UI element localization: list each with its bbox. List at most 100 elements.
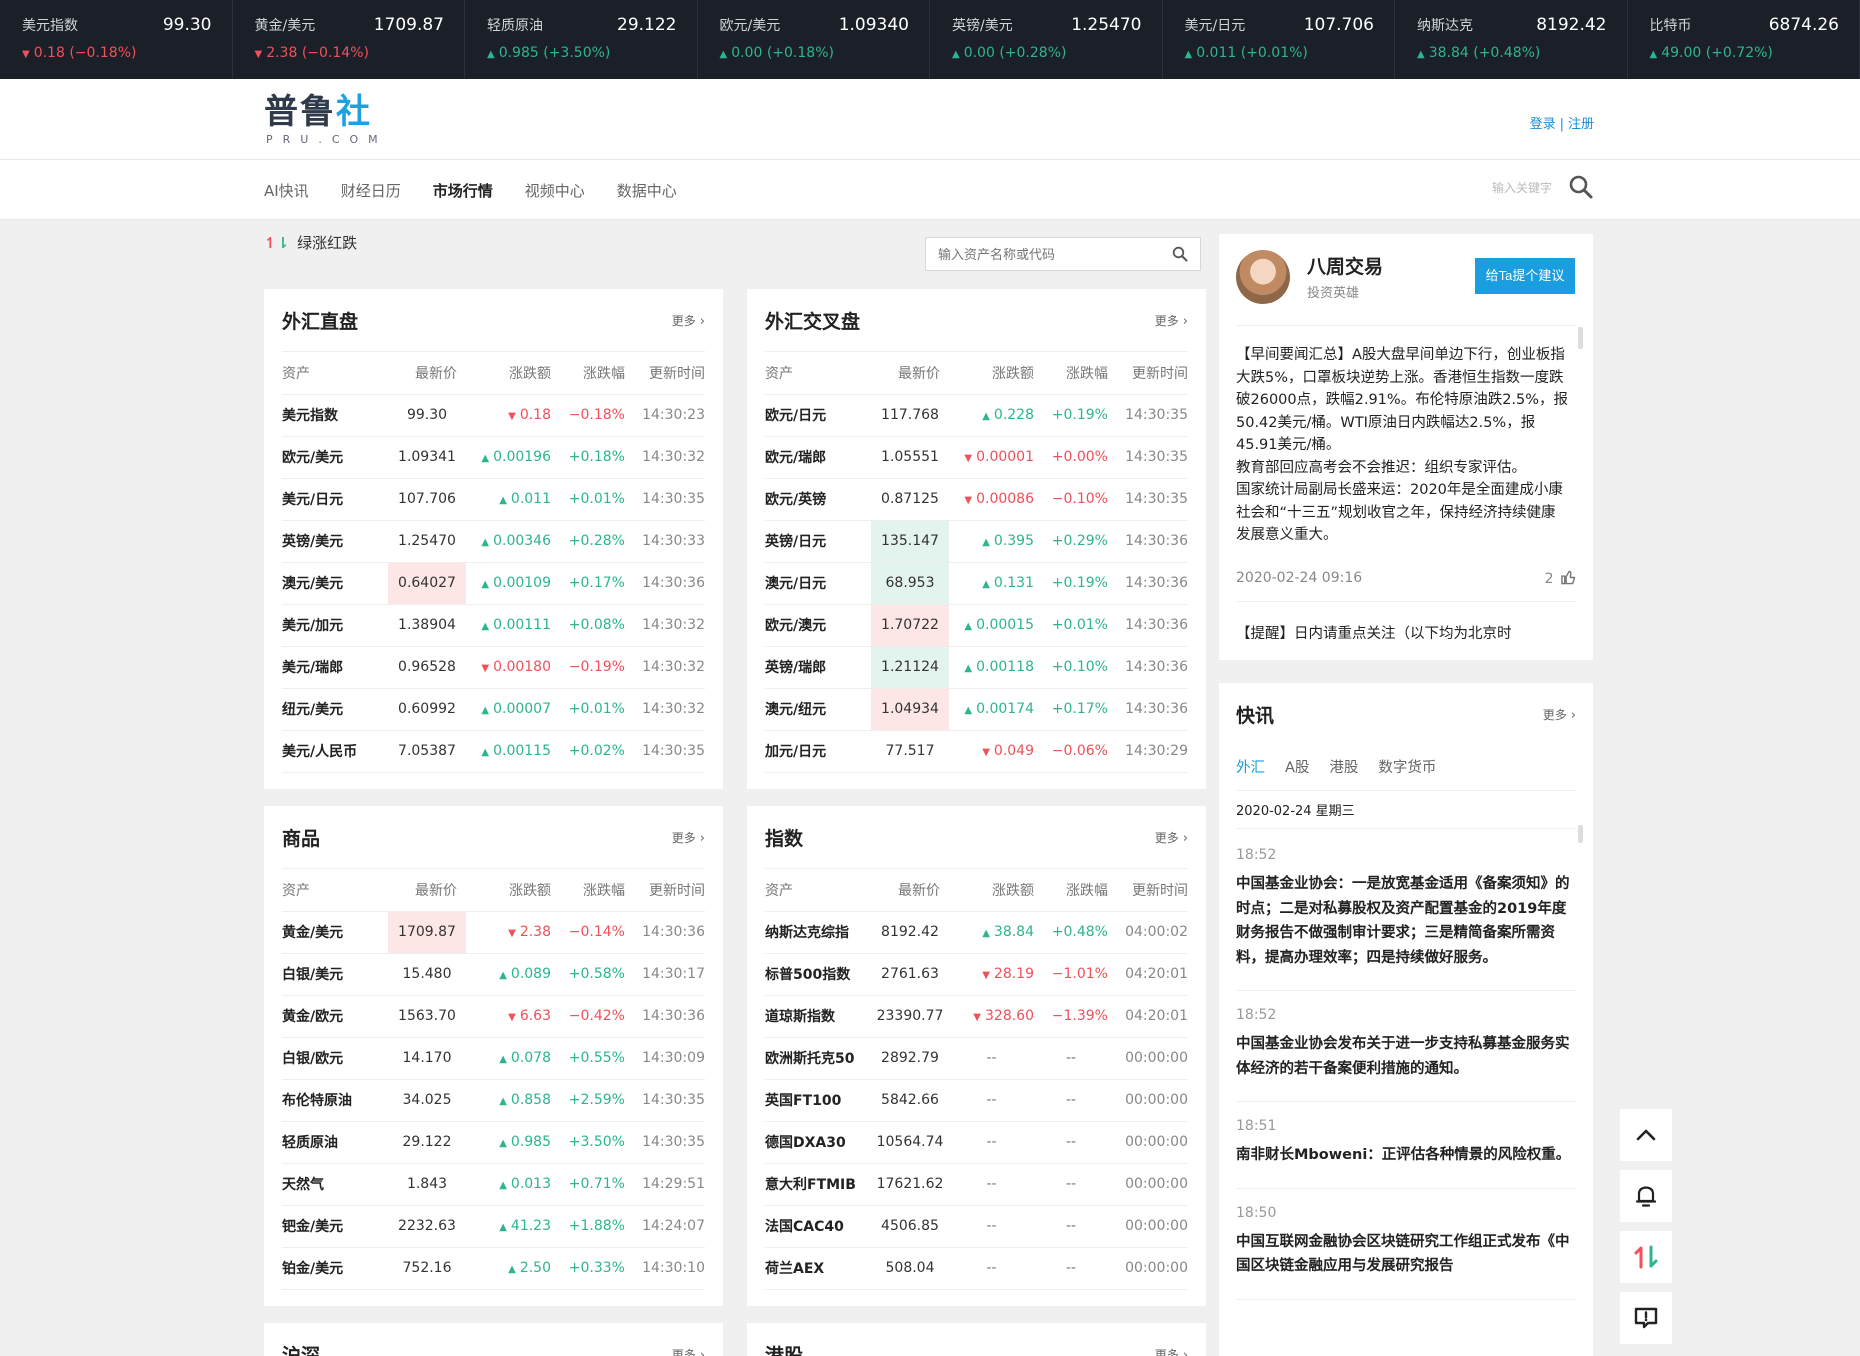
notification-button[interactable] (1620, 1170, 1672, 1222)
nav-item[interactable]: 视频中心 (525, 180, 585, 201)
back-to-top-button[interactable] (1620, 1109, 1672, 1161)
search-icon[interactable] (1568, 174, 1594, 200)
news-tab[interactable]: 港股 (1329, 756, 1358, 785)
asset-name[interactable]: 英国FT100 (765, 1079, 869, 1122)
ticker-item[interactable]: 比特币 6874.26 ▲ 49.00 (+0.72%) (1628, 0, 1860, 79)
nav-item[interactable]: AI快讯 (264, 180, 309, 201)
asset-name[interactable]: 欧洲斯托克50 (765, 1037, 869, 1080)
table-row[interactable]: 纳斯达克综指 8192.42 ▲ 38.84 +0.48% 04:00:02 (765, 911, 1188, 954)
asset-name[interactable]: 标普500指数 (765, 953, 869, 996)
asset-name[interactable]: 白银/美元 (282, 953, 386, 996)
search-icon[interactable] (1172, 246, 1188, 262)
ticker-item[interactable]: 黄金/美元 1709.87 ▼ 2.38 (−0.14%) (233, 0, 465, 79)
asset-name[interactable]: 欧元/澳元 (765, 604, 869, 647)
asset-name[interactable]: 法国CAC40 (765, 1205, 869, 1248)
panel-more-link[interactable]: 更多 › (672, 1346, 705, 1356)
news-item[interactable]: 18:50 中国互联网金融协会区块链研究工作组正式发布《中国区块链金融应用与发展研… (1236, 1189, 1576, 1300)
table-row[interactable]: 纽元/美元 0.60992 ▲ 0.00007 +0.01% 14:30:32 (282, 688, 705, 731)
table-row[interactable]: 欧洲斯托克50 2892.79 -- -- 00:00:00 (765, 1037, 1188, 1080)
ticker-item[interactable]: 轻质原油 29.122 ▲ 0.985 (+3.50%) (465, 0, 698, 79)
news-tab[interactable]: A股 (1285, 756, 1309, 785)
asset-name[interactable]: 澳元/纽元 (765, 688, 869, 731)
panel-more-link[interactable]: 更多 › (1155, 312, 1188, 329)
table-row[interactable]: 澳元/美元 0.64027 ▲ 0.00109 +0.17% 14:30:36 (282, 562, 705, 605)
table-row[interactable]: 黄金/美元 1709.87 ▼ 2.38 −0.14% 14:30:36 (282, 911, 705, 954)
table-row[interactable]: 欧元/日元 117.768 ▲ 0.228 +0.19% 14:30:35 (765, 394, 1188, 437)
table-row[interactable]: 欧元/澳元 1.70722 ▲ 0.00015 +0.01% 14:30:36 (765, 604, 1188, 647)
asset-name[interactable]: 欧元/美元 (282, 436, 386, 479)
asset-search-box[interactable] (925, 237, 1201, 271)
ticker-item[interactable]: 欧元/美元 1.09340 ▲ 0.00 (+0.18%) (698, 0, 930, 79)
asset-name[interactable]: 布伦特原油 (282, 1079, 386, 1122)
table-row[interactable]: 天然气 1.843 ▲ 0.013 +0.71% 14:29:51 (282, 1163, 705, 1206)
asset-name[interactable]: 荷兰AEX (765, 1247, 869, 1290)
asset-name[interactable]: 美元/日元 (282, 478, 386, 521)
asset-name[interactable]: 德国DXA30 (765, 1121, 869, 1164)
nav-item[interactable]: 市场行情 (433, 180, 493, 201)
asset-name[interactable]: 道琼斯指数 (765, 995, 869, 1038)
table-row[interactable]: 欧元/瑞郎 1.05551 ▼ 0.00001 +0.00% 14:30:35 (765, 436, 1188, 479)
asset-name[interactable]: 天然气 (282, 1163, 386, 1206)
login-link[interactable]: 登录 (1530, 117, 1556, 132)
table-row[interactable]: 英镑/美元 1.25470 ▲ 0.00346 +0.28% 14:30:33 (282, 520, 705, 563)
author-name[interactable]: 八周交易 (1307, 252, 1383, 279)
table-row[interactable]: 美元/日元 107.706 ▲ 0.011 +0.01% 14:30:35 (282, 478, 705, 521)
asset-name[interactable]: 美元指数 (282, 394, 386, 437)
table-row[interactable]: 英国FT100 5842.66 -- -- 00:00:00 (765, 1079, 1188, 1122)
table-row[interactable]: 德国DXA30 10564.74 -- -- 00:00:00 (765, 1121, 1188, 1164)
asset-name[interactable]: 欧元/瑞郎 (765, 436, 869, 479)
news-item[interactable]: 18:52 中国基金业协会发布关于进一步支持私募基金服务实体经济的若干备案便利措施… (1236, 991, 1576, 1102)
asset-name[interactable]: 意大利FTMIB (765, 1163, 869, 1206)
ticker-item[interactable]: 美元指数 99.30 ▼ 0.18 (−0.18%) (0, 0, 233, 79)
asset-name[interactable]: 加元/日元 (765, 730, 869, 773)
asset-name[interactable]: 美元/加元 (282, 604, 386, 647)
table-row[interactable]: 铂金/美元 752.16 ▲ 2.50 +0.33% 14:30:10 (282, 1247, 705, 1290)
table-row[interactable]: 荷兰AEX 508.04 -- -- 00:00:00 (765, 1247, 1188, 1290)
table-row[interactable]: 法国CAC40 4506.85 -- -- 00:00:00 (765, 1205, 1188, 1248)
table-row[interactable]: 英镑/日元 135.147 ▲ 0.395 +0.29% 14:30:36 (765, 520, 1188, 563)
panel-more-link[interactable]: 更多 › (1155, 829, 1188, 846)
asset-name[interactable]: 澳元/日元 (765, 562, 869, 605)
color-mode-button[interactable] (1620, 1231, 1672, 1283)
nav-item[interactable]: 财经日历 (341, 180, 401, 201)
asset-name[interactable]: 纽元/美元 (282, 688, 386, 731)
table-row[interactable]: 白银/美元 15.480 ▲ 0.089 +0.58% 14:30:17 (282, 953, 705, 996)
feedback-button[interactable] (1620, 1292, 1672, 1344)
suggest-button[interactable]: 给Ta提个建议 (1475, 258, 1575, 294)
register-link[interactable]: 注册 (1568, 117, 1594, 132)
table-row[interactable]: 欧元/美元 1.09341 ▲ 0.00196 +0.18% 14:30:32 (282, 436, 705, 479)
keyword-search[interactable]: 输入关键字 (1492, 174, 1594, 200)
table-row[interactable]: 美元/瑞郎 0.96528 ▼ 0.00180 −0.19% 14:30:32 (282, 646, 705, 689)
asset-name[interactable]: 英镑/美元 (282, 520, 386, 563)
table-row[interactable]: 轻质原油 29.122 ▲ 0.985 +3.50% 14:30:35 (282, 1121, 705, 1164)
table-row[interactable]: 布伦特原油 34.025 ▲ 0.858 +2.59% 14:30:35 (282, 1079, 705, 1122)
panel-more-link[interactable]: 更多 › (672, 829, 705, 846)
asset-search-input[interactable] (938, 246, 1172, 262)
next-post-preview[interactable]: 【提醒】日内请重点关注（以下均为北京时 (1236, 622, 1576, 643)
panel-more-link[interactable]: 更多 › (1155, 1346, 1188, 1356)
asset-name[interactable]: 钯金/美元 (282, 1205, 386, 1248)
table-row[interactable]: 加元/日元 77.517 ▼ 0.049 −0.06% 14:30:29 (765, 730, 1188, 773)
color-legend[interactable]: ↿⇂ 绿涨红跌 (264, 232, 357, 253)
table-row[interactable]: 意大利FTMIB 17621.62 -- -- 00:00:00 (765, 1163, 1188, 1206)
table-row[interactable]: 标普500指数 2761.63 ▼ 28.19 −1.01% 04:20:01 (765, 953, 1188, 996)
asset-name[interactable]: 纳斯达克综指 (765, 911, 869, 954)
scrollbar[interactable] (1578, 825, 1583, 843)
logo[interactable]: 普鲁社 PRU.COM (264, 93, 388, 146)
ticker-item[interactable]: 英镑/美元 1.25470 ▲ 0.00 (+0.28%) (930, 0, 1163, 79)
asset-name[interactable]: 黄金/美元 (282, 911, 386, 954)
table-row[interactable]: 白银/欧元 14.170 ▲ 0.078 +0.55% 14:30:09 (282, 1037, 705, 1080)
asset-name[interactable]: 英镑/瑞郎 (765, 646, 869, 689)
asset-name[interactable]: 英镑/日元 (765, 520, 869, 563)
table-row[interactable]: 英镑/瑞郎 1.21124 ▲ 0.00118 +0.10% 14:30:36 (765, 646, 1188, 689)
asset-name[interactable]: 美元/瑞郎 (282, 646, 386, 689)
table-row[interactable]: 黄金/欧元 1563.70 ▼ 6.63 −0.42% 14:30:36 (282, 995, 705, 1038)
table-row[interactable]: 钯金/美元 2232.63 ▲ 41.23 +1.88% 14:24:07 (282, 1205, 705, 1248)
like-button[interactable]: 2 (1545, 570, 1576, 587)
table-row[interactable]: 美元指数 99.30 ▼ 0.18 −0.18% 14:30:23 (282, 394, 705, 437)
asset-name[interactable]: 轻质原油 (282, 1121, 386, 1164)
news-tab[interactable]: 数字货币 (1378, 756, 1436, 785)
asset-name[interactable]: 欧元/英镑 (765, 478, 869, 521)
asset-name[interactable]: 白银/欧元 (282, 1037, 386, 1080)
ticker-item[interactable]: 纳斯达克 8192.42 ▲ 38.84 (+0.48%) (1395, 0, 1628, 79)
